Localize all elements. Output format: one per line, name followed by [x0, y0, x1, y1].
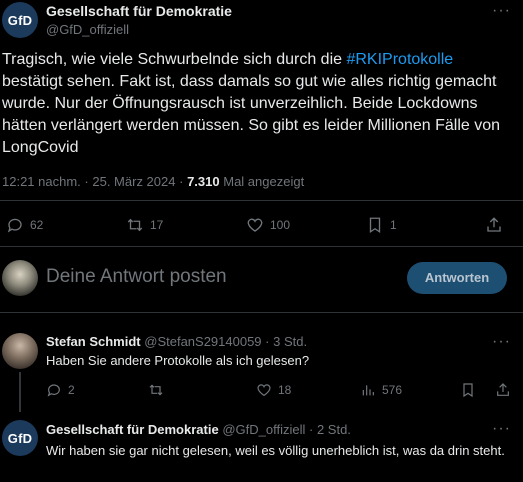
reply-author-avatar[interactable]: GfD	[2, 420, 38, 456]
hashtag-link[interactable]: #RKIProtokolle	[346, 51, 453, 68]
meta-separator: ·	[179, 174, 184, 189]
like-count: 100	[270, 218, 291, 232]
divider	[0, 312, 523, 313]
heart-icon	[257, 384, 271, 397]
reply-count: 2	[68, 383, 75, 397]
meta-separator: ·	[84, 174, 89, 189]
author-name[interactable]: Gesellschaft für Demokratie	[46, 3, 232, 19]
retweet-action[interactable]: 17	[126, 216, 163, 234]
bookmark-count: 1	[390, 218, 397, 232]
retweet-action[interactable]	[148, 382, 170, 398]
tweet-date[interactable]: 25. März 2024	[92, 174, 175, 189]
reply-header: Stefan Schmidt @StefanS29140059 · 3 Std.	[46, 334, 307, 349]
user-avatar[interactable]	[2, 260, 38, 296]
tweet-time[interactable]: 12:21 nachm.	[2, 174, 81, 189]
retweet-icon	[149, 384, 163, 396]
reply-text: Haben Sie andere Protokolle als ich gele…	[46, 353, 310, 368]
more-options-icon[interactable]: ···	[492, 420, 511, 438]
views-action[interactable]: 576	[360, 382, 402, 398]
reply-separator: ·	[265, 334, 270, 349]
reply-action[interactable]: 62	[6, 216, 43, 234]
reply-action[interactable]: 2	[46, 382, 75, 398]
tweet-text-after: bestätigt sehen. Fakt ist, dass damals s…	[2, 73, 501, 156]
retweet-icon	[127, 218, 143, 232]
retweet-count: 17	[150, 218, 164, 232]
author-handle[interactable]: @GfD_offiziell	[46, 22, 129, 37]
tweet-text-before: Tragisch, wie viele Schwurbelnde sich du…	[2, 51, 347, 68]
bookmark-icon	[369, 217, 381, 234]
heart-icon	[247, 218, 263, 232]
like-action[interactable]: 100	[246, 216, 290, 234]
reply-button[interactable]: Antworten	[407, 262, 507, 294]
share-action[interactable]	[495, 382, 511, 398]
divider	[0, 200, 523, 201]
tweet-meta: 12:21 nachm. · 25. März 2024 · 7.310 Mal…	[2, 174, 304, 189]
share-action[interactable]	[485, 216, 503, 234]
share-icon	[487, 217, 501, 232]
divider	[0, 246, 523, 247]
share-icon	[497, 383, 509, 396]
author-avatar[interactable]: GfD	[2, 2, 38, 38]
analytics-icon	[362, 385, 374, 396]
reply-separator: ·	[308, 422, 314, 437]
reply-text: Wir haben sie gar nicht gelesen, weil es…	[46, 443, 505, 458]
reply-icon	[47, 384, 60, 397]
view-count: 7.310	[187, 174, 220, 189]
bookmark-action[interactable]: 1	[366, 216, 397, 234]
like-count: 18	[278, 383, 292, 397]
reply-header: Gesellschaft für Demokratie @GfD_offizie…	[46, 422, 351, 437]
reply-author-avatar[interactable]	[2, 333, 38, 369]
views-count: 576	[382, 383, 403, 397]
reply-time[interactable]: 3 Std.	[273, 334, 307, 349]
thread-line	[19, 372, 21, 412]
reply-author-handle[interactable]: @StefanS29140059	[144, 334, 261, 349]
reply-input[interactable]: Deine Antwort posten	[46, 266, 227, 288]
bookmark-action[interactable]	[460, 382, 476, 398]
reply-author-name[interactable]: Gesellschaft für Demokratie	[46, 422, 219, 437]
reply-time[interactable]: 2 Std.	[317, 422, 351, 437]
view-label: Mal angezeigt	[223, 174, 305, 189]
like-action[interactable]: 18	[256, 382, 291, 398]
reply-icon	[7, 218, 22, 233]
tweet-text: Tragisch, wie viele Schwurbelnde sich du…	[2, 49, 512, 159]
more-options-icon[interactable]: ···	[492, 2, 511, 20]
reply-author-handle[interactable]: @GfD_offiziell	[222, 422, 305, 437]
bookmark-icon	[463, 383, 473, 398]
more-options-icon[interactable]: ···	[492, 333, 511, 351]
reply-count: 62	[30, 218, 44, 232]
reply-author-name[interactable]: Stefan Schmidt	[46, 334, 141, 349]
